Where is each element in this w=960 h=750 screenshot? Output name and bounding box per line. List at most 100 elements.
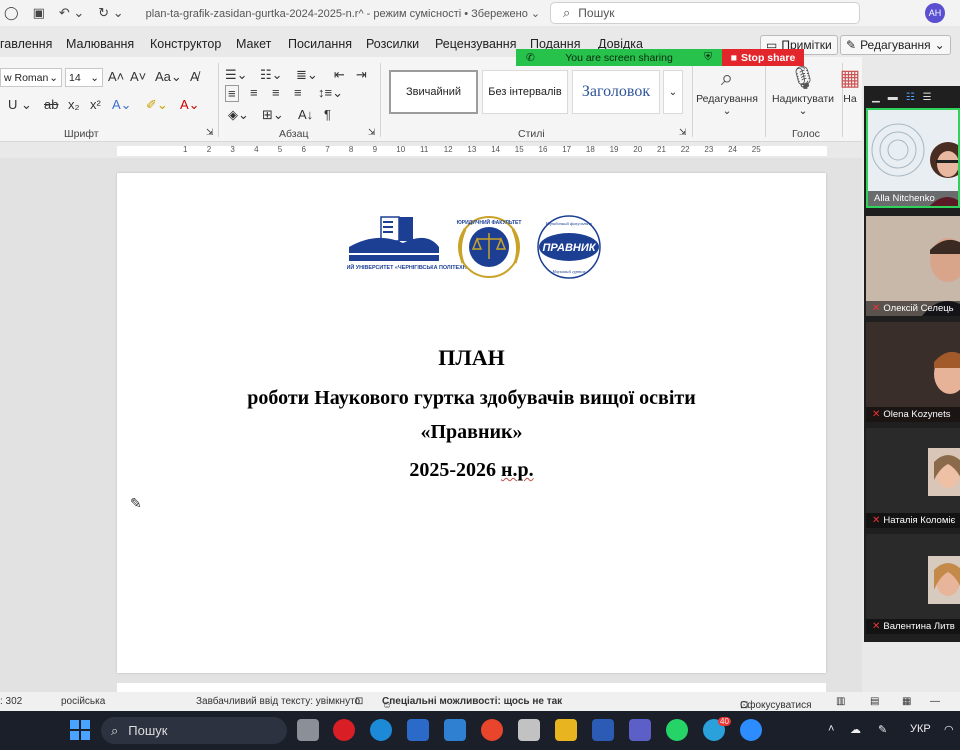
line-spacing-icon[interactable]: ↕≡⌄ <box>318 85 343 101</box>
shrink-font-icon[interactable]: A˅ <box>130 69 146 84</box>
zoom-slider[interactable]: — <box>930 696 940 707</box>
word-icon[interactable] <box>592 719 614 741</box>
strikethrough-icon[interactable]: ab <box>44 97 58 112</box>
participant-tile[interactable]: ✕ Olena Kozynets <box>866 322 960 422</box>
ruler-mark: 16 <box>538 145 548 154</box>
teams-icon[interactable] <box>629 719 651 741</box>
taskbar-search[interactable]: ⌕ Пошук <box>101 717 287 744</box>
accessibility-icon[interactable]: ⊡ <box>355 696 363 707</box>
stop-share-button[interactable]: ■ Stop share <box>722 49 804 66</box>
pilcrow-icon[interactable]: ¶ <box>324 107 331 122</box>
wifi-icon[interactable]: ◠ <box>944 723 954 736</box>
next-page[interactable] <box>117 683 826 692</box>
language-status[interactable]: російська <box>61 696 105 707</box>
taskbar-search-label: Пошук <box>128 723 168 738</box>
app-icon[interactable] <box>444 719 466 741</box>
store-icon[interactable] <box>407 719 429 741</box>
ruler-mark: 1 <box>183 145 188 154</box>
keyboard-language[interactable]: УКР <box>910 723 931 735</box>
editing-tool[interactable]: ⌕ Редагування ⌄ <box>692 63 762 117</box>
faculty-seal-text: ЮРИДИЧНИЙ ФАКУЛЬТЕТ <box>457 218 522 226</box>
window-icon[interactable]: ▬ <box>888 92 898 103</box>
font-color-icon[interactable]: A⌄ <box>180 97 200 113</box>
participant-tile[interactable]: ✕ Валентина Литв <box>866 534 960 634</box>
align-right-icon[interactable]: ≡ <box>272 85 280 100</box>
menu-item-review[interactable]: Рецензування <box>435 37 516 51</box>
change-case-icon[interactable]: Aa⌄ <box>155 69 182 85</box>
styles-more-button[interactable]: ⌄ <box>663 70 683 114</box>
decrease-indent-icon[interactable]: ⇤ <box>334 67 345 83</box>
shading-icon[interactable]: ◈⌄ <box>228 107 249 123</box>
participant-tile[interactable]: Alla Nitchenko <box>866 108 960 208</box>
print-layout-icon[interactable]: ▤ <box>870 696 879 707</box>
chevron-up-icon[interactable]: ˄ <box>828 723 834 735</box>
bullets-icon[interactable]: ☰⌄ <box>225 67 248 83</box>
highlight-icon[interactable]: ✐⌄ <box>146 97 168 113</box>
snipping-tool-icon[interactable] <box>518 719 540 741</box>
document-page[interactable]: НАЦІОНАЛЬНИЙ УНІВЕРСИТЕТ «ЧЕРНІГІВСЬКА П… <box>117 173 826 673</box>
autosave-toggle-icon[interactable]: ◯ <box>4 5 19 21</box>
save-icon[interactable]: ▣ <box>33 5 45 21</box>
numbering-icon[interactable]: ☷⌄ <box>260 67 283 83</box>
ruler-mark: 14 <box>491 145 500 154</box>
view-grid-icon[interactable]: ☷ <box>906 92 915 103</box>
document-canvas[interactable]: НАЦІОНАЛЬНИЙ УНІВЕРСИТЕТ «ЧЕРНІГІВСЬКА П… <box>0 158 862 692</box>
menu-item-mailings[interactable]: Розсилки <box>366 37 419 51</box>
font-size-select[interactable]: 14 ⌄ <box>65 68 103 87</box>
read-mode-icon[interactable]: ▥ <box>836 696 845 707</box>
sort-icon[interactable]: A↓ <box>298 107 313 122</box>
borders-icon[interactable]: ⊞⌄ <box>262 107 284 123</box>
word-count[interactable]: : 302 <box>0 696 22 707</box>
font-name-select[interactable]: w Roman ⌄ <box>0 68 62 87</box>
align-center-icon[interactable]: ≡ <box>250 85 258 100</box>
avatar[interactable]: AH <box>925 3 945 23</box>
opera-icon[interactable] <box>333 719 355 741</box>
menu-item-references[interactable]: Посилання <box>288 37 352 51</box>
increase-indent-icon[interactable]: ⇥ <box>356 67 367 83</box>
align-left-icon[interactable]: ≡ <box>225 85 239 102</box>
view-list-icon[interactable]: ☰ <box>923 92 932 103</box>
menu-item-layout[interactable]: Макет <box>236 37 271 51</box>
web-layout-icon[interactable]: ▦ <box>902 696 911 707</box>
menu-item-draw[interactable]: Малювання <box>66 37 134 51</box>
clear-formatting-icon[interactable]: A̸ <box>190 69 199 84</box>
style-heading[interactable]: Заголовок <box>572 70 660 114</box>
zoom-app-icon[interactable] <box>740 719 762 741</box>
text-effects-icon[interactable]: A⌄ <box>112 97 132 113</box>
undo-icon[interactable]: ↶ ⌄ <box>59 5 84 21</box>
search-placeholder: Пошук <box>578 6 615 20</box>
menu-item-design[interactable]: Конструктор <box>150 37 221 51</box>
whatsapp-icon[interactable] <box>666 719 688 741</box>
dialog-launcher-icon[interactable]: ⇲ <box>206 127 214 138</box>
redo-icon[interactable]: ↻ ⌄ <box>98 5 123 21</box>
justify-icon[interactable]: ≡ <box>294 85 302 100</box>
file-explorer-icon[interactable] <box>555 719 577 741</box>
multilevel-list-icon[interactable]: ≣⌄ <box>296 67 318 83</box>
title-search-box[interactable]: ⌕ Пошук <box>550 2 860 24</box>
minimize-icon[interactable]: ▁ <box>872 92 880 103</box>
edge-icon[interactable] <box>370 719 392 741</box>
menu-item-0[interactable]: гавлення <box>0 37 52 51</box>
chrome-icon[interactable] <box>481 719 503 741</box>
windows-start-icon[interactable] <box>70 720 90 740</box>
task-view-icon[interactable] <box>297 719 319 741</box>
editing-mode-button[interactable]: ✎ Редагування ⌄ <box>840 35 951 55</box>
grow-font-icon[interactable]: A˄ <box>108 69 124 84</box>
horizontal-ruler[interactable]: 1 2 3 4 5 6 7 8 9 10 11 12 13 14 15 16 17 18 19 20 21 22 23 24 2… <box>0 144 862 158</box>
dialog-launcher-icon[interactable]: ⇲ <box>368 127 376 138</box>
dialog-launcher-icon[interactable]: ⇲ <box>679 127 687 138</box>
participant-name: ✕ Наталія Коломіє <box>866 513 960 528</box>
underline-icon[interactable]: U ⌄ <box>8 97 32 113</box>
style-normal[interactable]: Звичайний <box>389 70 478 114</box>
superscript-icon[interactable]: x² <box>90 97 101 112</box>
participant-tile[interactable]: ✕ Олексій Селець <box>866 216 960 316</box>
pen-icon[interactable]: ✎ <box>878 723 887 736</box>
subscript-icon[interactable]: x₂ <box>68 97 80 112</box>
style-no-spacing[interactable]: Без інтервалів <box>482 70 568 114</box>
accessibility-status[interactable]: ☺ Спеціальні можливості: щось не так <box>382 696 562 711</box>
ruler-mark: 9 <box>372 145 378 154</box>
participant-tile[interactable]: ✕ Наталія Коломіє <box>866 428 960 528</box>
predictive-text-status[interactable]: Завбачливий ввід тексту: увімкнуто <box>196 696 360 707</box>
cloud-icon[interactable]: ☁ <box>850 723 861 736</box>
ruler-mark: 13 <box>467 145 477 154</box>
